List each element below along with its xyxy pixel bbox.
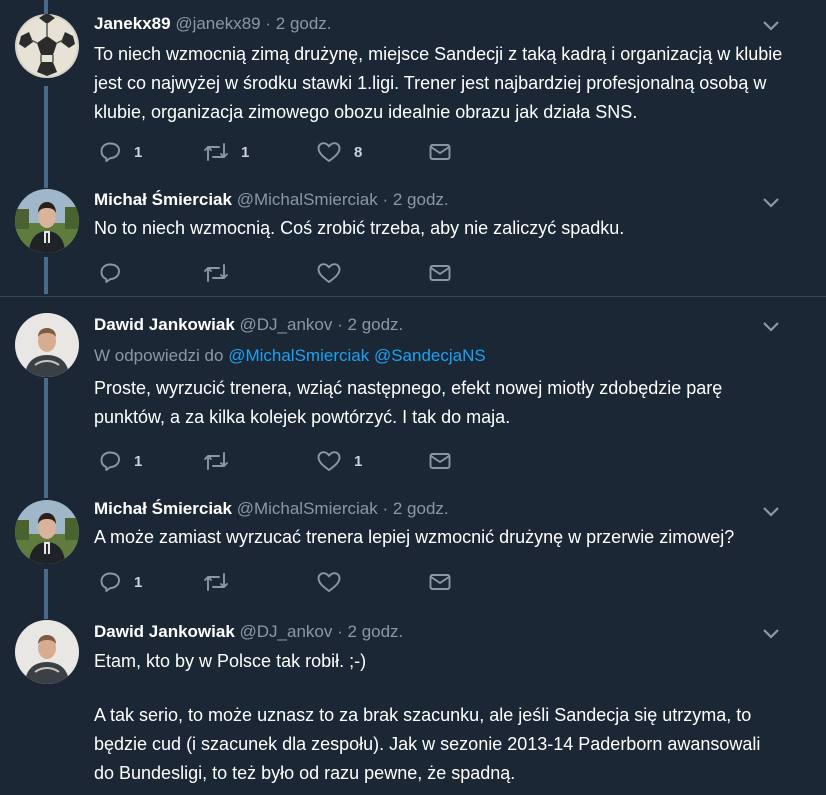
avatar[interactable] [15,500,79,564]
retweet-icon [204,143,228,161]
author-handle[interactable]: @MichalSmierciak [237,190,378,209]
dm-button[interactable] [428,449,452,473]
timestamp[interactable]: 2 godz. [393,499,449,518]
reply-prefix: W odpowiedzi do [94,346,224,365]
author-name[interactable]: Dawid Jankowiak [94,622,235,641]
separator-dot: · [382,190,389,209]
tweet[interactable]: Michał Śmierciak @MichalSmierciak · 2 go… [0,487,826,607]
chevron-down-icon[interactable] [762,506,780,518]
avatar[interactable] [15,189,79,253]
retweet-button[interactable] [203,570,229,594]
tweet[interactable]: Michał Śmierciak @MichalSmierciak · 2 go… [0,178,826,296]
reply-count: 1 [134,452,143,470]
tweet[interactable]: Dawid Jankowiak @DJ_ankov · 2 godz. W od… [0,297,826,487]
author-name[interactable]: Michał Śmierciak [94,499,232,518]
avatar[interactable] [15,313,79,377]
retweet-button[interactable] [203,449,229,473]
reply-button[interactable] [98,261,122,285]
tweet-header: Dawid Jankowiak @DJ_ankov · 2 godz. [94,315,403,335]
reply-context: W odpowiedzi do @MichalSmierciak @Sandec… [94,346,486,366]
heart-icon [317,451,341,471]
like-button[interactable] [316,570,342,594]
author-handle[interactable]: @DJ_ankov [240,315,333,334]
timestamp[interactable]: 2 godz. [393,190,449,209]
envelope-icon [429,453,451,469]
like-count: 1 [354,452,363,470]
mention-link[interactable]: @SandecjaNS [374,346,486,365]
heart-icon [317,142,341,162]
reply-count: 1 [134,143,143,161]
tweet-text: To niech wzmocnią zimą drużynę, miejsce … [94,44,783,122]
dm-button[interactable] [428,570,452,594]
tweet-header: Michał Śmierciak @MichalSmierciak · 2 go… [94,190,449,210]
heart-icon [317,263,341,283]
reply-icon [100,263,120,283]
retweet-icon [204,264,228,282]
like-button[interactable] [316,261,342,285]
tweet-text: A może zamiast wyrzucać trenera lepiej w… [94,527,735,547]
retweet-icon [204,573,228,591]
reply-icon [100,572,120,592]
author-handle[interactable]: @janekx89 [175,14,260,33]
like-button[interactable]: 1 [316,449,362,473]
timestamp[interactable]: 2 godz. [276,14,332,33]
tweet[interactable]: Janekx89 @janekx89 · 2 godz. To niech wz… [0,0,826,178]
author-handle[interactable]: @MichalSmierciak [237,499,378,518]
like-button[interactable]: 8 [316,140,362,164]
like-count: 8 [354,143,363,161]
mention-link[interactable]: @MichalSmierciak [228,346,369,365]
tweet[interactable]: Dawid Jankowiak @DJ_ankov · 2 godz. Etam… [0,607,826,795]
chevron-down-icon[interactable] [762,321,780,333]
heart-icon [317,572,341,592]
author-name[interactable]: Dawid Jankowiak [94,315,235,334]
tweet-header: Dawid Jankowiak @DJ_ankov · 2 godz. [94,622,403,642]
person-avatar [15,500,79,564]
timestamp[interactable]: 2 godz. [348,315,404,334]
tweet-header: Michał Śmierciak @MichalSmierciak · 2 go… [94,499,449,519]
dm-button[interactable] [428,140,452,164]
separator-dot: · [265,14,272,33]
envelope-icon [429,144,451,160]
avatar[interactable] [15,14,79,78]
tweet-text: No to niech wzmocnią. Coś zrobić trzeba,… [94,218,625,238]
tweet-text: Proste, wyrzucić trenera, wziąć następne… [94,378,723,427]
soccer-ball-avatar [15,14,79,78]
reply-icon [100,142,120,162]
retweet-count: 1 [241,143,250,161]
separator-dot: · [337,622,343,641]
reply-count: 1 [134,573,143,591]
chevron-down-icon[interactable] [762,628,780,640]
tweet-header: Janekx89 @janekx89 · 2 godz. [94,14,332,34]
separator-dot: · [382,499,389,518]
tweet-text-paragraph: A tak serio, to może uznasz to za brak s… [94,705,761,783]
author-name[interactable]: Michał Śmierciak [94,190,232,209]
person-avatar [15,313,79,377]
author-name[interactable]: Janekx89 [94,14,171,33]
reply-button[interactable]: 1 [98,449,142,473]
chevron-down-icon[interactable] [762,20,780,32]
envelope-icon [429,574,451,590]
retweet-button[interactable]: 1 [203,140,249,164]
envelope-icon [429,265,451,281]
avatar[interactable] [15,620,79,684]
dm-button[interactable] [428,261,452,285]
author-handle[interactable]: @DJ_ankov [240,622,333,641]
person-avatar [15,189,79,253]
retweet-icon [204,452,228,470]
reply-icon [100,451,120,471]
retweet-button[interactable] [203,261,229,285]
reply-button[interactable]: 1 [98,140,142,164]
reply-button[interactable]: 1 [98,570,142,594]
chevron-down-icon[interactable] [762,197,780,209]
tweet-text: Etam, kto by w Polsce tak robił. ;-) [94,651,367,671]
timestamp[interactable]: 2 godz. [348,622,404,641]
person-avatar [15,620,79,684]
separator-dot: · [337,315,343,334]
